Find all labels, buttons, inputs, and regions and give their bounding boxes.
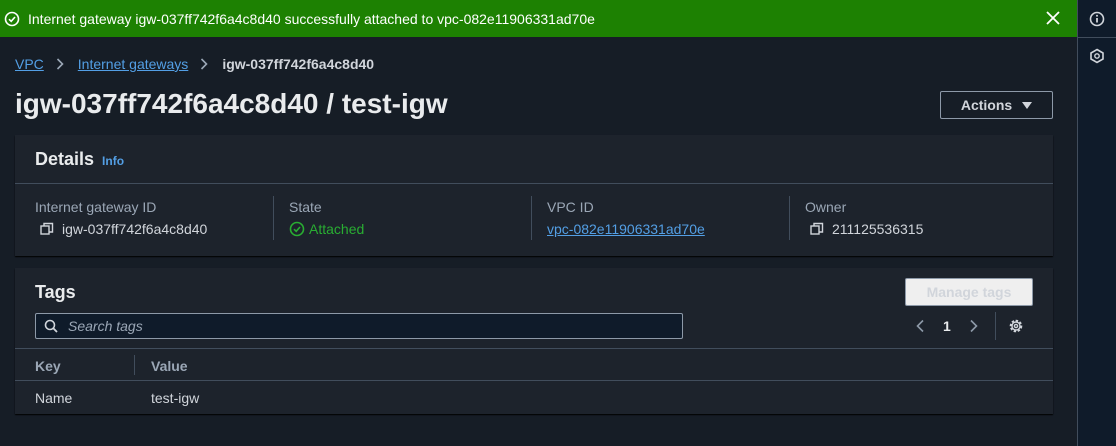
gear-icon[interactable] (1008, 318, 1024, 334)
flash-message: Internet gateway igw-037ff742f6a4c8d40 s… (28, 10, 595, 27)
chevron-right-icon (200, 57, 210, 71)
feedback-icon[interactable] (1088, 47, 1106, 65)
check-circle-icon (4, 11, 20, 27)
detail-internet-gateway-id: Internet gateway ID igw-037ff742f6a4c8d4… (15, 196, 273, 240)
detail-value: igw-037ff742f6a4c8d40 (62, 221, 208, 237)
page-title: igw-037ff742f6a4c8d40 / test-igw (15, 88, 448, 119)
details-panel: Details Info Internet gateway ID igw-037… (15, 135, 1053, 256)
breadcrumb-current: igw-037ff742f6a4c8d40 (222, 56, 375, 72)
chevron-right-icon[interactable] (969, 319, 979, 333)
column-resizer[interactable] (134, 355, 135, 375)
breadcrumb-internet-gateways-link[interactable]: Internet gateways (78, 56, 189, 72)
detail-vpc-id: VPC ID vpc-082e11906331ad70e (531, 196, 789, 240)
actions-dropdown-button[interactable]: Actions (940, 91, 1053, 119)
detail-label: VPC ID (547, 199, 594, 215)
pager-divider (994, 312, 996, 340)
table-row: Name test-igw (15, 381, 1053, 414)
column-header-key[interactable]: Key (35, 358, 61, 374)
breadcrumb-vpc-link[interactable]: VPC (15, 56, 44, 72)
detail-label: Internet gateway ID (35, 199, 157, 215)
right-tools-rail (1077, 0, 1116, 446)
rail-divider (1078, 37, 1116, 38)
tags-heading: Tags (35, 282, 76, 302)
detail-state: State Attached (273, 196, 531, 240)
table-header: Key Value (15, 348, 1053, 381)
actions-label: Actions (960, 97, 1013, 113)
search-tags-field (35, 313, 683, 339)
tag-value-cell: test-igw (151, 390, 200, 406)
detail-owner: Owner 211125536315 (789, 196, 1047, 240)
check-circle-icon (289, 221, 305, 237)
manage-tags-button[interactable]: Manage tags (905, 278, 1033, 306)
main-content: Internet gateway igw-037ff742f6a4c8d40 s… (0, 0, 1077, 446)
success-flashbar: Internet gateway igw-037ff742f6a4c8d40 s… (0, 0, 1077, 37)
tag-key-cell: Name (35, 390, 73, 406)
details-heading: Details (35, 148, 95, 169)
copy-icon[interactable] (40, 222, 54, 236)
tags-panel: Tags Manage tags 1 Key Value Name test-i… (15, 268, 1053, 414)
vpc-id-link[interactable]: vpc-082e11906331ad70e (547, 221, 705, 237)
chevron-left-icon[interactable] (915, 319, 925, 333)
detail-value: 211125536315 (832, 221, 924, 237)
state-status-text: Attached (309, 221, 365, 237)
close-icon[interactable] (1045, 10, 1061, 26)
page-number[interactable]: 1 (943, 318, 951, 334)
detail-label: State (289, 199, 322, 215)
breadcrumb: VPC Internet gateways igw-037ff742f6a4c8… (15, 56, 374, 72)
chevron-right-icon (56, 57, 66, 71)
column-header-value[interactable]: Value (151, 358, 188, 374)
caret-down-icon (1022, 101, 1033, 109)
info-icon[interactable] (1088, 10, 1106, 28)
detail-label: Owner (805, 199, 847, 215)
info-link[interactable]: Info (102, 154, 124, 168)
search-icon (44, 319, 58, 333)
pagination: 1 (915, 312, 1024, 340)
copy-icon[interactable] (810, 222, 824, 236)
search-tags-input[interactable] (68, 318, 648, 334)
